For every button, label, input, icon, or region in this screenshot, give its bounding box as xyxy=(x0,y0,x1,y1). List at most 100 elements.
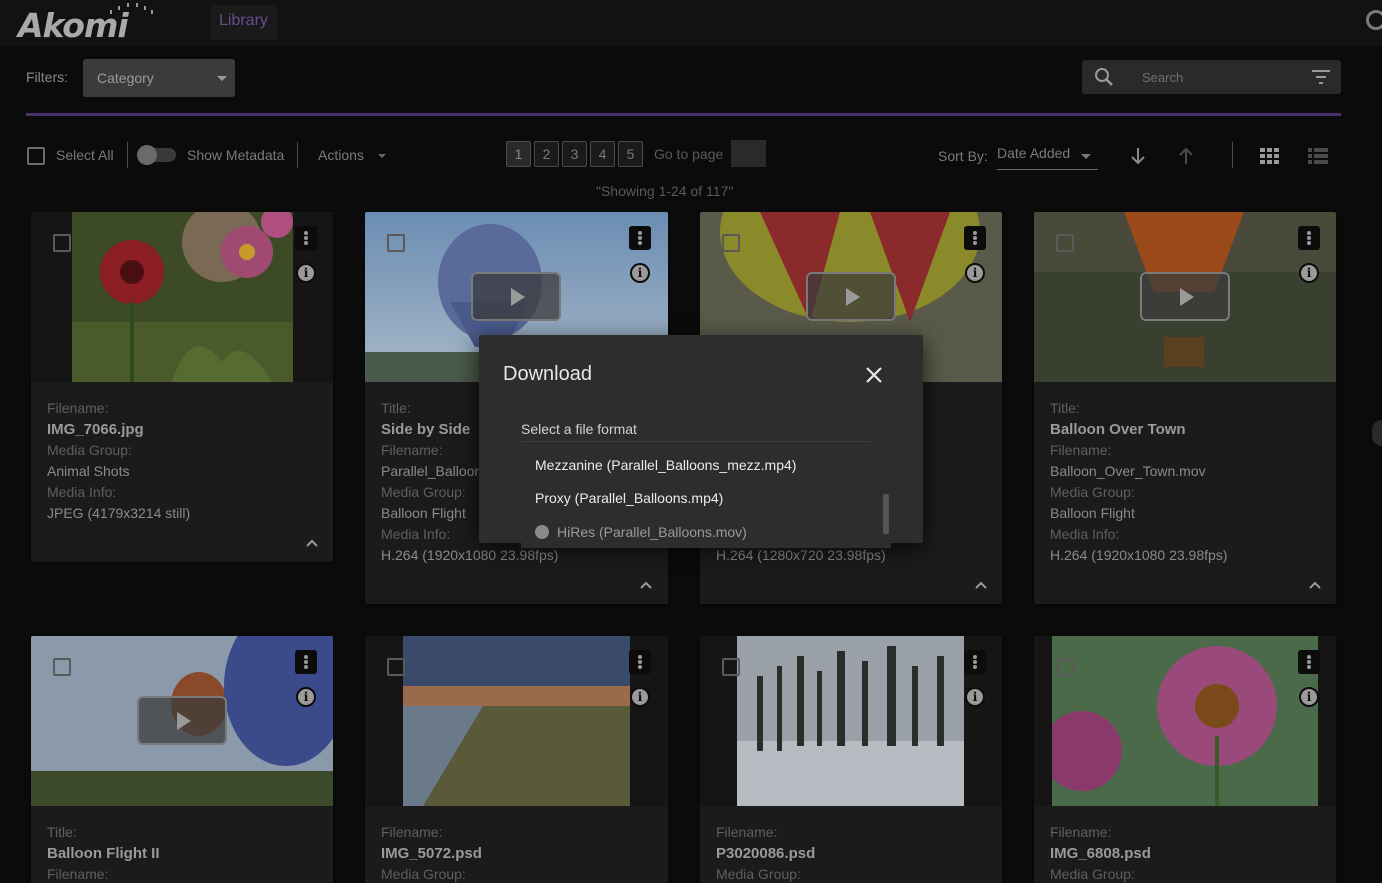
category-select[interactable]: Category xyxy=(83,59,235,97)
file-format-dropdown: Mezzanine (Parallel_Balloons_mezz.mp4) P… xyxy=(521,447,891,548)
card-metadata: Title: Balloon Over Town Filename: Ballo… xyxy=(1050,398,1320,566)
show-metadata-toggle[interactable] xyxy=(137,145,176,165)
card-checkbox[interactable] xyxy=(53,234,71,252)
card-checkbox[interactable] xyxy=(722,658,740,676)
go-to-page-label: Go to page xyxy=(654,146,724,162)
card-metadata: Filename: IMG_5072.psd Media Group: xyxy=(381,822,651,883)
caret-down-icon xyxy=(1081,154,1091,159)
actions-menu[interactable]: Actions xyxy=(318,147,364,163)
more-options-icon[interactable] xyxy=(629,650,651,674)
field-label: Filename: xyxy=(381,824,443,840)
info-icon[interactable] xyxy=(630,263,650,283)
info-icon[interactable] xyxy=(965,263,985,283)
user-avatar-icon[interactable] xyxy=(1366,10,1382,30)
card-metadata: Filename: IMG_6808.psd Media Group: xyxy=(1050,822,1320,883)
search-icon[interactable] xyxy=(1094,67,1114,87)
filename-value: IMG_6808.psd xyxy=(1050,845,1151,862)
accent-divider xyxy=(26,113,1341,116)
sort-by-value: Date Added xyxy=(997,145,1071,161)
results-count: "Showing 1-24 of 117" xyxy=(596,183,734,199)
field-label: Media Info: xyxy=(1050,526,1120,542)
more-options-icon[interactable] xyxy=(295,226,317,250)
filename-value: IMG_7066.jpg xyxy=(47,421,144,438)
card-checkbox[interactable] xyxy=(387,234,405,252)
media-info-value: H.264 (1920x1080 23.98fps) xyxy=(1050,547,1228,563)
more-options-icon[interactable] xyxy=(295,650,317,674)
page-button-4[interactable]: 4 xyxy=(590,141,615,167)
lightning-icon xyxy=(535,525,549,539)
more-options-icon[interactable] xyxy=(629,226,651,250)
info-icon[interactable] xyxy=(296,687,316,707)
list-view-icon[interactable] xyxy=(1308,148,1328,164)
scroll-handle[interactable] xyxy=(1372,420,1382,446)
sort-by-label: Sort By: xyxy=(938,148,988,164)
play-icon[interactable] xyxy=(137,696,227,745)
toolbar-divider xyxy=(297,142,298,168)
file-format-label: Select a file format xyxy=(521,421,637,437)
format-option-hires: HiRes (Parallel_Balloons.mov) xyxy=(535,524,747,540)
page-button-5[interactable]: 5 xyxy=(618,141,643,167)
nav-library-tab[interactable]: Library xyxy=(210,5,277,40)
info-icon[interactable] xyxy=(1299,687,1319,707)
format-option-mezzanine[interactable]: Mezzanine (Parallel_Balloons_mezz.mp4) xyxy=(535,457,796,473)
search-box[interactable] xyxy=(1082,60,1341,94)
chevron-up-icon[interactable] xyxy=(640,581,652,589)
info-icon[interactable] xyxy=(1299,263,1319,283)
play-icon[interactable] xyxy=(471,272,561,321)
media-card[interactable]: Filename: IMG_6808.psd Media Group: xyxy=(1034,636,1336,883)
card-checkbox[interactable] xyxy=(387,658,405,676)
media-card[interactable]: Filename: P3020086.psd Media Group: xyxy=(700,636,1002,883)
media-group-value: Balloon Flight xyxy=(1050,505,1135,521)
coneflower-thumbnail[interactable] xyxy=(1052,636,1318,806)
media-card[interactable]: Title: Balloon Flight II Filename: xyxy=(31,636,333,883)
caret-down-icon xyxy=(217,76,227,81)
snowy-forest-thumbnail[interactable] xyxy=(737,636,964,806)
caret-down-icon xyxy=(378,154,386,158)
select-all-label[interactable]: Select All xyxy=(56,147,114,163)
beach-sunset-thumbnail[interactable] xyxy=(403,636,630,806)
search-input[interactable] xyxy=(1142,67,1292,87)
card-checkbox[interactable] xyxy=(722,234,740,252)
dropdown-scrollbar[interactable] xyxy=(883,494,889,534)
field-label: Media Group: xyxy=(381,866,466,882)
sort-ascending-icon[interactable] xyxy=(1177,146,1195,166)
media-group-value: Animal Shots xyxy=(47,463,130,479)
card-metadata: Filename: P3020086.psd Media Group: xyxy=(716,822,986,883)
media-card[interactable]: Title: Balloon Over Town Filename: Ballo… xyxy=(1034,212,1336,604)
play-icon[interactable] xyxy=(1140,272,1230,321)
filter-list-icon[interactable] xyxy=(1311,69,1331,85)
media-card[interactable]: Filename: IMG_5072.psd Media Group: xyxy=(365,636,668,883)
chevron-up-icon[interactable] xyxy=(306,539,318,547)
info-icon[interactable] xyxy=(965,687,985,707)
page-button-2[interactable]: 2 xyxy=(534,141,559,167)
card-checkbox[interactable] xyxy=(53,658,71,676)
card-checkbox[interactable] xyxy=(1056,658,1074,676)
more-options-icon[interactable] xyxy=(964,226,986,250)
close-icon[interactable] xyxy=(864,365,884,385)
more-options-icon[interactable] xyxy=(1298,226,1320,250)
format-option-hires-label: HiRes (Parallel_Balloons.mov) xyxy=(557,524,747,540)
format-option-proxy[interactable]: Proxy (Parallel_Balloons.mp4) xyxy=(535,490,723,506)
card-checkbox[interactable] xyxy=(1056,234,1074,252)
sort-by-select[interactable]: Date Added xyxy=(997,145,1098,170)
file-format-underline xyxy=(521,441,871,442)
dahlia-flowers-thumbnail[interactable] xyxy=(72,212,293,382)
field-label: Title: xyxy=(1050,400,1080,416)
chevron-up-icon[interactable] xyxy=(1309,581,1321,589)
page-button-3[interactable]: 3 xyxy=(562,141,587,167)
play-icon[interactable] xyxy=(806,272,896,321)
page-button-1[interactable]: 1 xyxy=(506,141,531,167)
sort-descending-icon[interactable] xyxy=(1129,146,1147,166)
more-options-icon[interactable] xyxy=(1298,650,1320,674)
title-value: Balloon Flight II xyxy=(47,845,160,862)
select-all-checkbox[interactable] xyxy=(27,147,45,165)
media-card[interactable]: Filename: IMG_7066.jpg Media Group: Anim… xyxy=(31,212,333,562)
info-icon[interactable] xyxy=(630,687,650,707)
info-icon[interactable] xyxy=(296,263,316,283)
chevron-up-icon[interactable] xyxy=(975,581,987,589)
toolbar-divider xyxy=(1232,142,1233,168)
go-to-page-input[interactable] xyxy=(731,140,766,167)
grid-view-icon[interactable] xyxy=(1260,148,1280,164)
field-label: Filename: xyxy=(716,824,778,840)
more-options-icon[interactable] xyxy=(964,650,986,674)
